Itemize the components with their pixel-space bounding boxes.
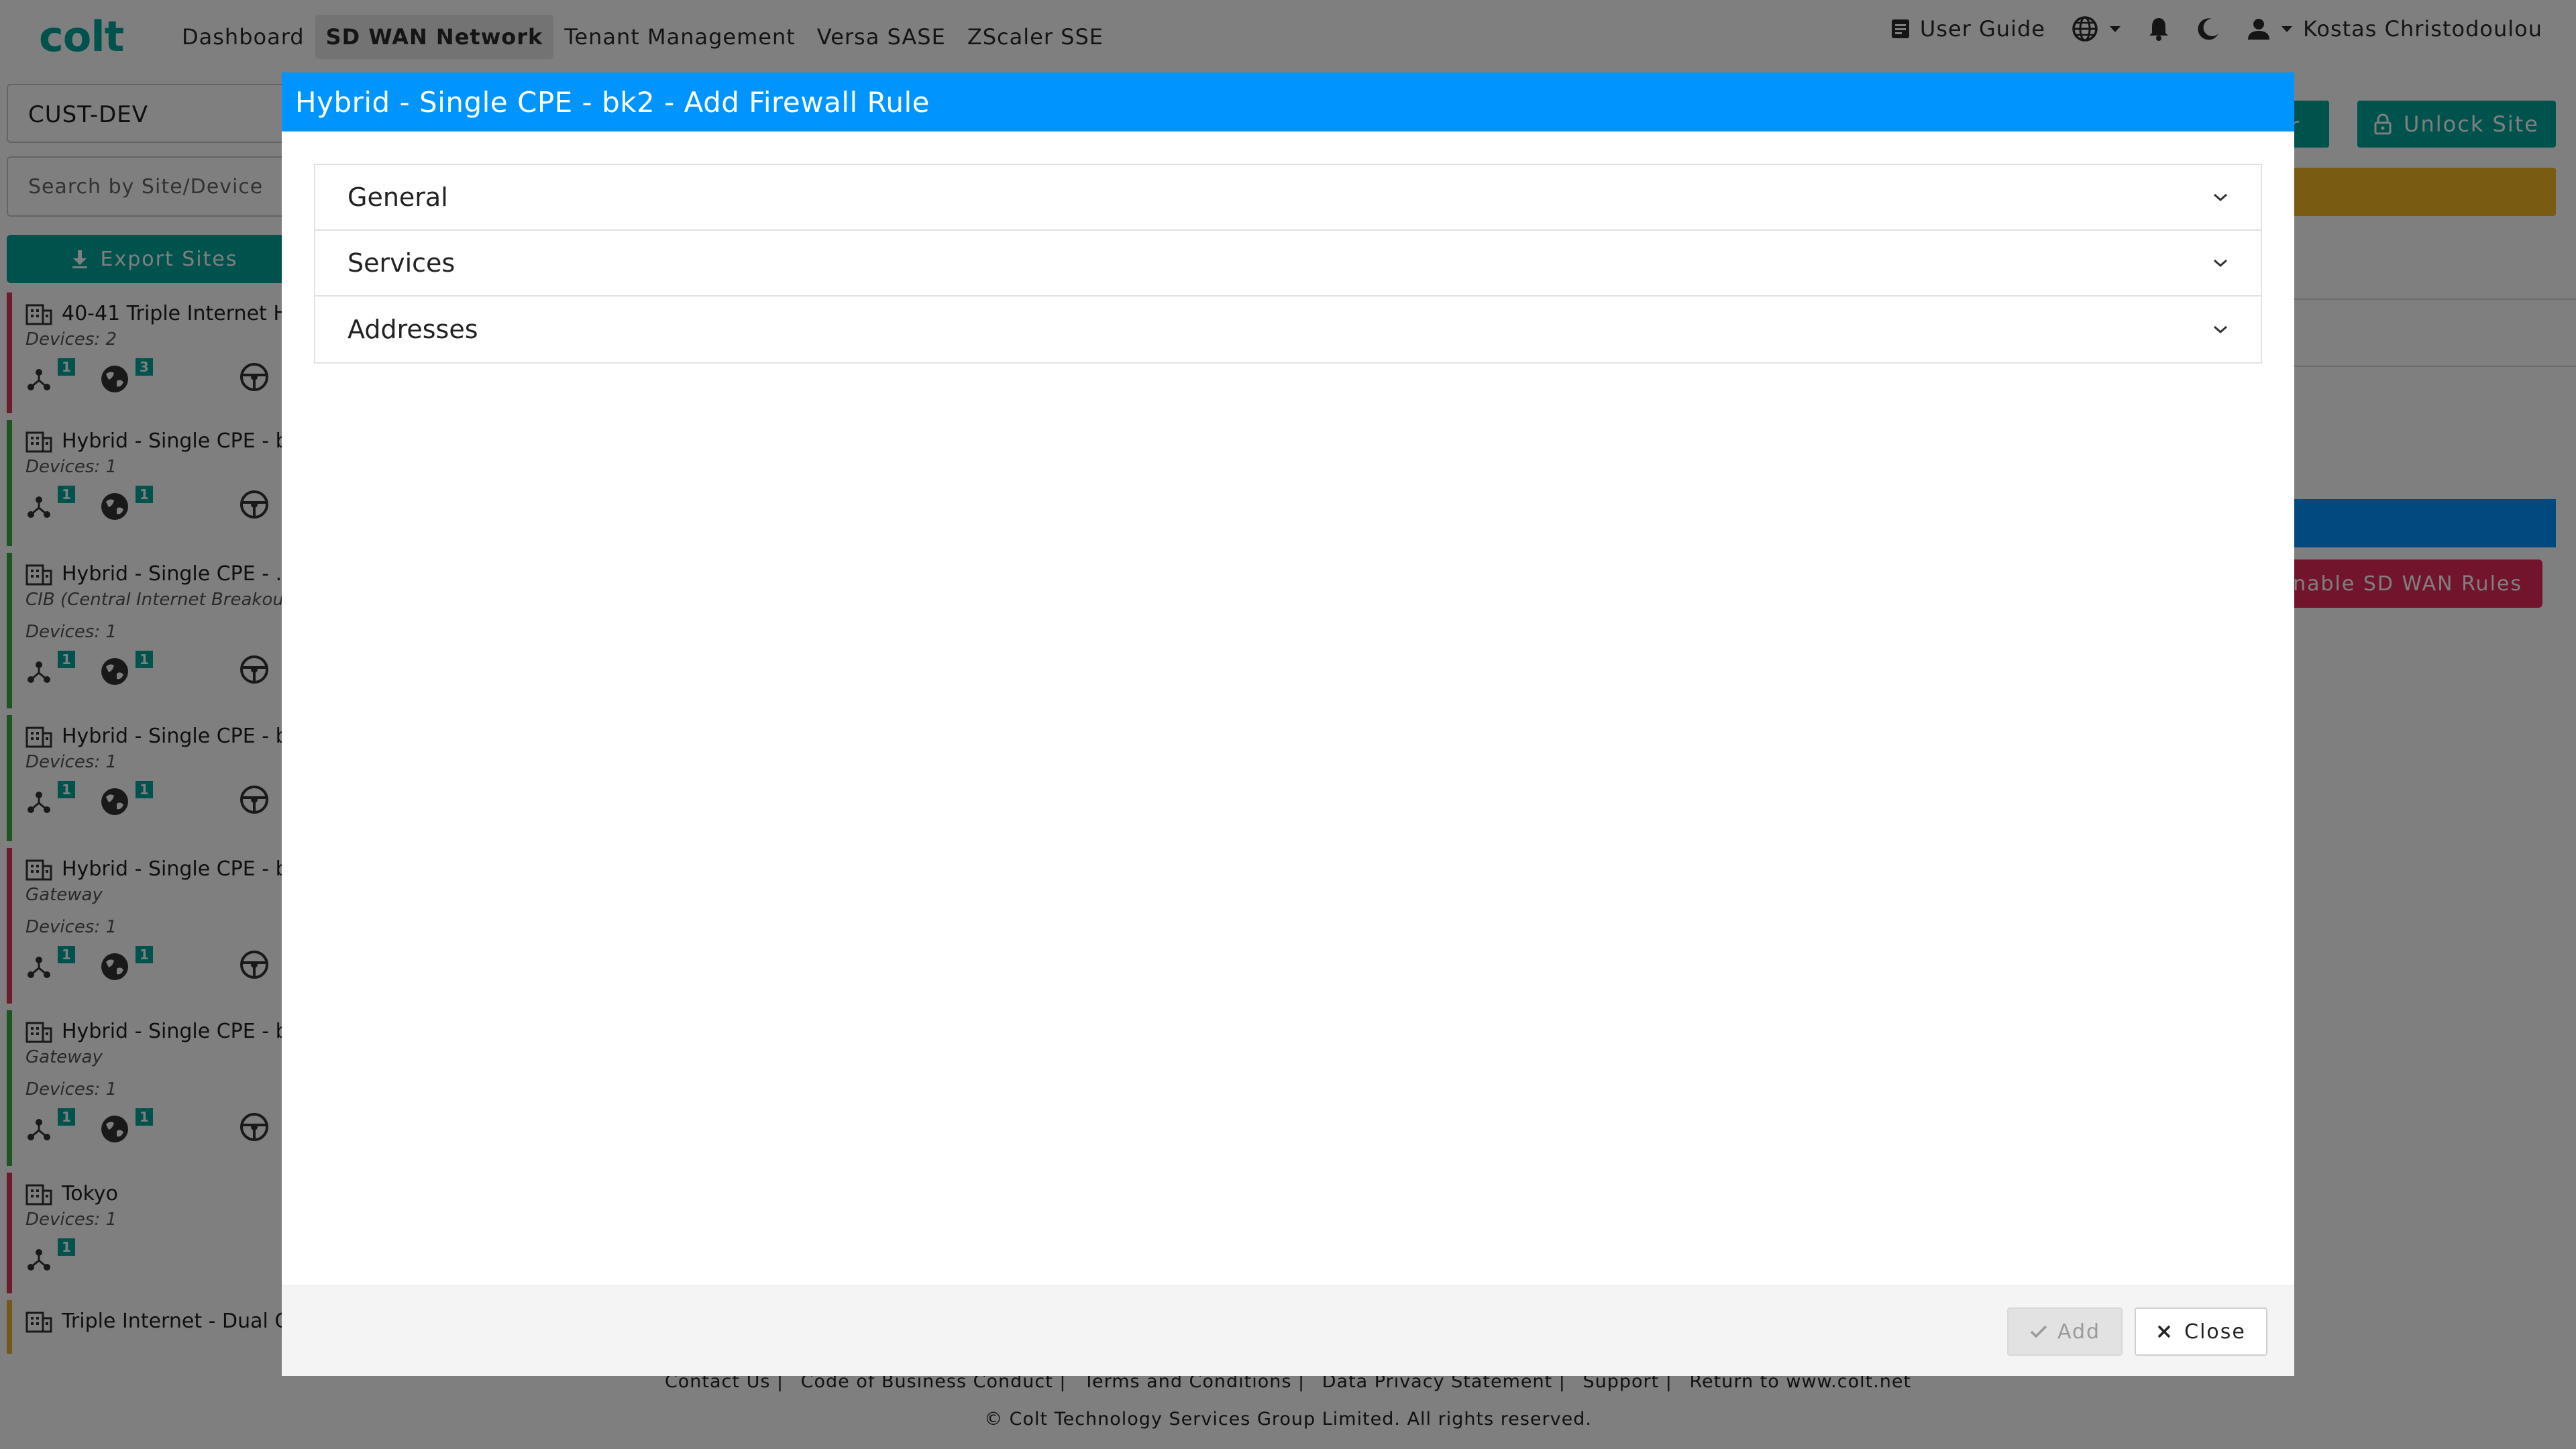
close-button-label: Close — [2184, 1320, 2246, 1344]
add-firewall-rule-dialog: Hybrid - Single CPE - bk2 - Add Firewall… — [282, 72, 2294, 1376]
add-button[interactable]: Add — [2007, 1307, 2123, 1356]
accordion-addresses-label: Addresses — [347, 315, 478, 344]
add-button-label: Add — [2057, 1320, 2101, 1344]
dialog-title: Hybrid - Single CPE - bk2 - Add Firewall… — [282, 72, 2294, 131]
accordion-general-label: General — [347, 182, 448, 212]
accordion-addresses[interactable]: Addresses — [315, 297, 2261, 362]
chevron-down-icon — [2212, 258, 2229, 268]
rule-sections-accordion: General Services Addresses — [314, 164, 2262, 364]
chevron-down-icon — [2212, 192, 2229, 203]
dialog-footer: Add Close — [282, 1285, 2294, 1376]
check-icon — [2029, 1324, 2048, 1339]
accordion-services[interactable]: Services — [315, 231, 2261, 297]
close-button[interactable]: Close — [2135, 1307, 2267, 1356]
chevron-down-icon — [2212, 324, 2229, 335]
accordion-general[interactable]: General — [315, 165, 2261, 231]
accordion-services-label: Services — [347, 248, 455, 278]
close-icon — [2156, 1324, 2172, 1340]
